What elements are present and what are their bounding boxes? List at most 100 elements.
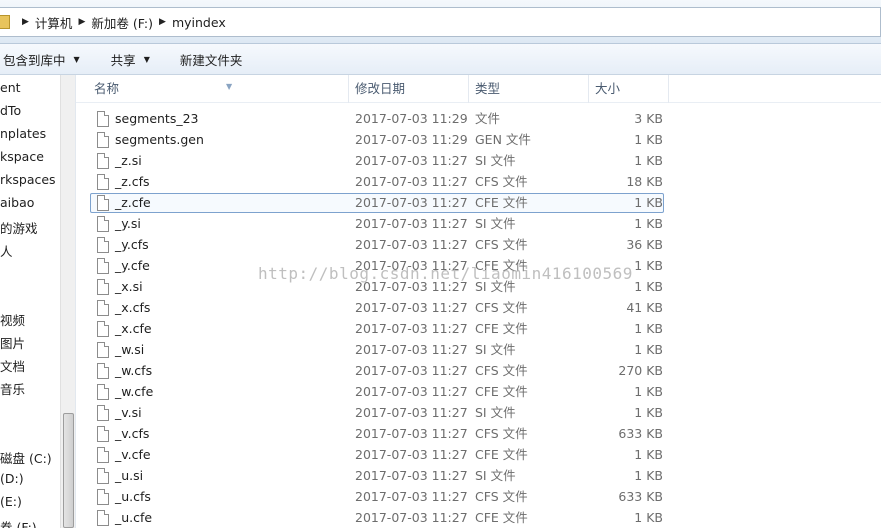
file-size: 1 KB: [634, 384, 663, 399]
file-size: 1 KB: [634, 405, 663, 420]
chevron-down-icon: ▼: [73, 54, 80, 64]
file-date: 2017-07-03 11:27: [355, 489, 468, 504]
nav-item-drive-f[interactable]: 卷 (F:): [0, 517, 37, 528]
nav-item-pictures[interactable]: 图片: [0, 333, 25, 352]
file-type: CFS 文件: [475, 426, 528, 441]
nav-item[interactable]: ent: [0, 80, 21, 95]
nav-item-drive-e[interactable]: (E:): [0, 494, 22, 509]
column-size[interactable]: 大小: [589, 75, 669, 103]
file-icon: [97, 363, 109, 379]
file-date: 2017-07-03 11:27: [355, 237, 468, 252]
file-row[interactable]: _u.si 2017-07-03 11:27 SI 文件 1 KB: [90, 466, 664, 486]
watermark: http://blog.csdn.net/liaomin416100569: [258, 264, 633, 283]
file-icon: [97, 426, 109, 442]
file-size: 270 KB: [618, 363, 663, 378]
nav-item[interactable]: 人: [0, 241, 13, 260]
file-date: 2017-07-03 11:29: [355, 132, 468, 147]
file-name: _z.cfe: [115, 195, 151, 210]
file-row[interactable]: _w.cfs 2017-07-03 11:27 CFS 文件 270 KB: [90, 361, 664, 381]
nav-item-drive-d[interactable]: (D:): [0, 471, 24, 486]
file-type: CFS 文件: [475, 174, 528, 189]
file-icon: [97, 153, 109, 169]
nav-item-videos[interactable]: 视频: [0, 310, 25, 329]
file-size: 1 KB: [634, 195, 663, 210]
file-row[interactable]: _u.cfe 2017-07-03 11:27 CFE 文件 1 KB: [90, 508, 664, 528]
file-row[interactable]: _w.si 2017-07-03 11:27 SI 文件 1 KB: [90, 340, 664, 360]
nav-item-drive-c[interactable]: 磁盘 (C:): [0, 448, 52, 467]
file-type: GEN 文件: [475, 132, 531, 147]
file-type: CFS 文件: [475, 363, 528, 378]
file-size: 1 KB: [634, 216, 663, 231]
file-row[interactable]: _v.cfe 2017-07-03 11:27 CFE 文件 1 KB: [90, 445, 664, 465]
file-row[interactable]: _x.cfs 2017-07-03 11:27 CFS 文件 41 KB: [90, 298, 664, 318]
file-icon: [97, 216, 109, 232]
file-date: 2017-07-03 11:27: [355, 195, 468, 210]
nav-scrollbar[interactable]: [60, 75, 75, 528]
new-folder-button[interactable]: 新建文件夹: [180, 50, 243, 69]
file-size: 1 KB: [634, 132, 663, 147]
column-type-label: 类型: [475, 81, 501, 96]
nav-item[interactable]: rkspaces: [0, 172, 56, 187]
file-row[interactable]: _y.si 2017-07-03 11:27 SI 文件 1 KB: [90, 214, 664, 234]
file-icon: [97, 510, 109, 526]
file-type: CFE 文件: [475, 384, 528, 399]
file-row[interactable]: _z.cfe 2017-07-03 11:27 CFE 文件 1 KB: [90, 193, 664, 213]
file-size: 1 KB: [634, 342, 663, 357]
file-name: segments.gen: [115, 132, 204, 147]
file-row[interactable]: _x.cfe 2017-07-03 11:27 CFE 文件 1 KB: [90, 319, 664, 339]
nav-item[interactable]: 的游戏: [0, 218, 38, 237]
file-size: 3 KB: [634, 111, 663, 126]
file-type: CFS 文件: [475, 300, 528, 315]
breadcrumb-myindex[interactable]: myindex: [172, 15, 226, 30]
nav-item[interactable]: dTo: [0, 103, 21, 118]
column-type[interactable]: 类型: [469, 75, 589, 103]
file-row[interactable]: _w.cfe 2017-07-03 11:27 CFE 文件 1 KB: [90, 382, 664, 402]
file-name: _v.cfe: [115, 447, 151, 462]
file-icon: [97, 258, 109, 274]
share-button[interactable]: 共享 ▼: [111, 50, 150, 69]
file-icon: [97, 237, 109, 253]
nav-item[interactable]: aibao: [0, 195, 34, 210]
nav-item[interactable]: kspace: [0, 149, 44, 164]
address-bar[interactable]: ▶ 计算机 ▶ 新加卷 (F:) ▶ myindex: [0, 7, 881, 37]
file-size: 1 KB: [634, 321, 663, 336]
file-name: _u.cfe: [115, 510, 153, 525]
file-row[interactable]: _z.cfs 2017-07-03 11:27 CFS 文件 18 KB: [90, 172, 664, 192]
column-name[interactable]: 名称 ▼: [88, 75, 349, 103]
nav-scrollbar-thumb[interactable]: [63, 413, 74, 528]
file-row[interactable]: segments_23 2017-07-03 11:29 文件 3 KB: [90, 109, 664, 129]
file-size: 18 KB: [626, 174, 663, 189]
breadcrumb-drive-f[interactable]: 新加卷 (F:): [91, 13, 153, 32]
file-icon: [97, 384, 109, 400]
file-date: 2017-07-03 11:27: [355, 510, 468, 525]
file-icon: [97, 174, 109, 190]
nav-item[interactable]: nplates: [0, 126, 46, 141]
file-row[interactable]: _y.cfs 2017-07-03 11:27 CFS 文件 36 KB: [90, 235, 664, 255]
file-icon: [97, 342, 109, 358]
chevron-right-icon[interactable]: ▶: [22, 17, 29, 27]
file-date: 2017-07-03 11:27: [355, 405, 468, 420]
nav-item-music[interactable]: 音乐: [0, 379, 25, 398]
file-type: SI 文件: [475, 342, 516, 357]
file-row[interactable]: _u.cfs 2017-07-03 11:27 CFS 文件 633 KB: [90, 487, 664, 507]
file-row[interactable]: _z.si 2017-07-03 11:27 SI 文件 1 KB: [90, 151, 664, 171]
file-name: _z.cfs: [115, 174, 150, 189]
breadcrumb-computer[interactable]: 计算机: [35, 13, 73, 32]
nav-item-documents[interactable]: 文档: [0, 356, 25, 375]
file-row[interactable]: segments.gen 2017-07-03 11:29 GEN 文件 1 KB: [90, 130, 664, 150]
file-type: SI 文件: [475, 405, 516, 420]
file-name: _x.cfs: [115, 300, 151, 315]
chevron-right-icon[interactable]: ▶: [78, 17, 85, 27]
file-type: CFE 文件: [475, 510, 528, 525]
file-row[interactable]: _v.cfs 2017-07-03 11:27 CFS 文件 633 KB: [90, 424, 664, 444]
file-name: _w.cfe: [115, 384, 154, 399]
file-icon: [97, 321, 109, 337]
column-date[interactable]: 修改日期: [349, 75, 469, 103]
column-date-label: 修改日期: [355, 81, 406, 96]
file-row[interactable]: _v.si 2017-07-03 11:27 SI 文件 1 KB: [90, 403, 664, 423]
include-in-library-button[interactable]: 包含到库中 ▼: [3, 50, 80, 69]
chevron-right-icon[interactable]: ▶: [159, 17, 166, 27]
address-bar-area: ▶ 计算机 ▶ 新加卷 (F:) ▶ myindex: [0, 0, 881, 44]
chevron-down-icon: ▼: [143, 54, 150, 64]
file-size: 36 KB: [626, 237, 663, 252]
